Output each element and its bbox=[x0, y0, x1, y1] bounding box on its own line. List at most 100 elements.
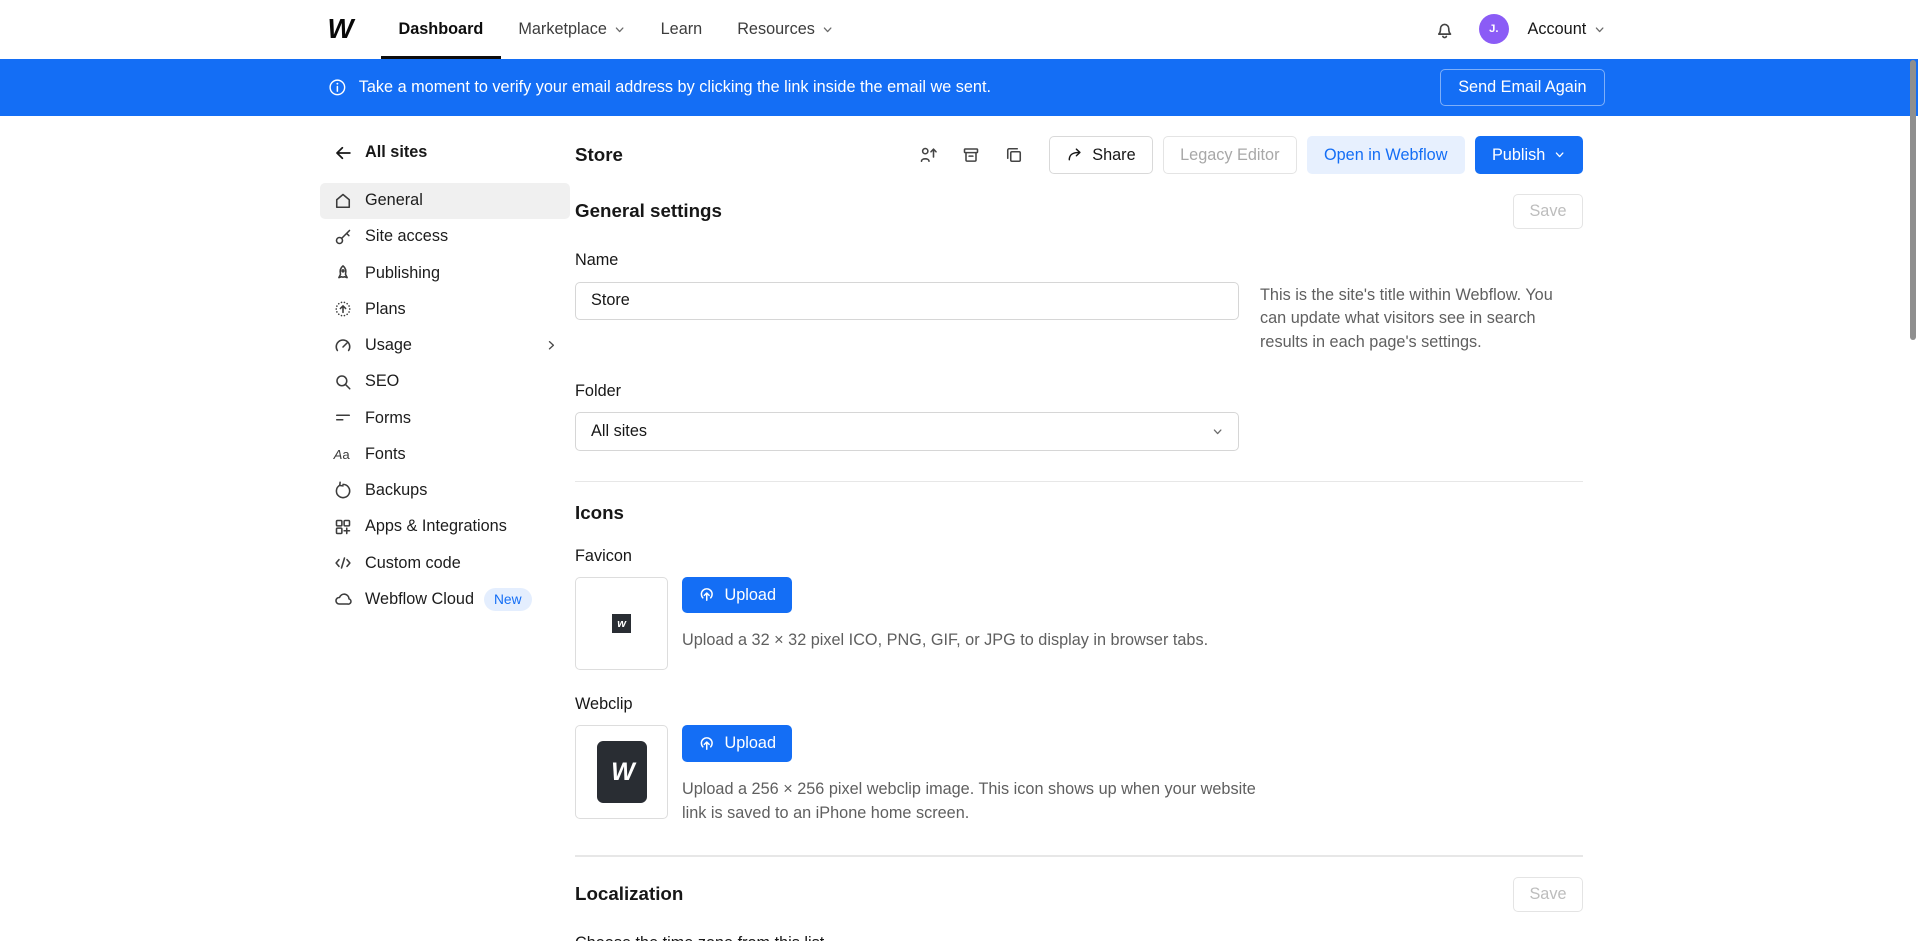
folder-label: Folder bbox=[575, 382, 1239, 401]
webclip-label: Webclip bbox=[575, 695, 1583, 714]
sidebar-item-plans[interactable]: Plans bbox=[320, 291, 570, 327]
sidebar-item-label: Publishing bbox=[365, 264, 440, 283]
restore-icon bbox=[333, 481, 353, 501]
webclip-preview: W bbox=[575, 725, 668, 818]
sidebar-item-label: Site access bbox=[365, 227, 448, 246]
general-save-button[interactable]: Save bbox=[1513, 194, 1582, 229]
section-divider bbox=[575, 855, 1583, 856]
search-icon bbox=[333, 372, 353, 392]
notifications-bell-icon[interactable] bbox=[1430, 14, 1460, 44]
email-verification-banner: Take a moment to verify your email addre… bbox=[0, 59, 1918, 117]
nav-tab-resources[interactable]: Resources bbox=[720, 0, 851, 59]
sidebar-item-seo[interactable]: SEO bbox=[320, 364, 570, 400]
back-to-all-sites[interactable]: All sites bbox=[320, 134, 570, 183]
transfer-site-icon[interactable] bbox=[914, 140, 944, 170]
favicon-label: Favicon bbox=[575, 547, 1583, 566]
avatar[interactable]: J. bbox=[1479, 14, 1509, 44]
sidebar-item-backups[interactable]: Backups bbox=[320, 473, 570, 509]
upload-icon bbox=[698, 586, 716, 604]
site-header: Store bbox=[575, 134, 1583, 174]
nav-links: Dashboard Marketplace Learn Resources bbox=[381, 0, 851, 59]
page-title: Store bbox=[575, 144, 623, 166]
banner-message: Take a moment to verify your email addre… bbox=[359, 78, 991, 97]
home-icon bbox=[333, 191, 353, 211]
sidebar-item-label: Webflow Cloud bbox=[365, 590, 474, 609]
localization-heading: Localization bbox=[575, 883, 683, 905]
nav-right: J. Account bbox=[1430, 0, 1605, 59]
section-divider bbox=[575, 481, 1583, 482]
localization-save-button[interactable]: Save bbox=[1513, 877, 1582, 912]
webflow-logo-icon[interactable]: W bbox=[328, 13, 351, 45]
icons-section-head: Icons bbox=[575, 502, 1583, 524]
publish-button[interactable]: Publish bbox=[1475, 136, 1583, 174]
sidebar-item-publishing[interactable]: Publishing bbox=[320, 255, 570, 291]
sidebar-item-label: General bbox=[365, 191, 423, 210]
svg-text:Aa: Aa bbox=[333, 447, 350, 462]
site-name-input[interactable] bbox=[575, 282, 1239, 321]
form-lines-icon bbox=[333, 408, 353, 428]
back-label: All sites bbox=[365, 143, 427, 162]
sidebar-item-apps-integrations[interactable]: Apps & Integrations bbox=[320, 509, 570, 545]
webclip-upload-button[interactable]: Upload bbox=[682, 725, 792, 761]
favicon-block: Favicon w Upload Upload a 32 × 32 pixel … bbox=[575, 547, 1583, 671]
chevron-down-icon bbox=[822, 24, 833, 35]
gauge-icon bbox=[333, 336, 353, 356]
webclip-image: W bbox=[597, 741, 647, 804]
account-menu[interactable]: Account bbox=[1528, 20, 1605, 39]
name-help-text: This is the site's title within Webflow.… bbox=[1260, 251, 1583, 354]
nav-tab-label: Marketplace bbox=[518, 20, 607, 39]
share-button[interactable]: Share bbox=[1049, 136, 1153, 174]
info-icon bbox=[328, 78, 347, 97]
banner-message-wrap: Take a moment to verify your email addre… bbox=[328, 78, 991, 97]
rocket-icon bbox=[333, 263, 353, 283]
favicon-upload-button[interactable]: Upload bbox=[682, 577, 792, 613]
duplicate-site-icon[interactable] bbox=[999, 140, 1029, 170]
name-label: Name bbox=[575, 251, 1239, 270]
sidebar-item-general[interactable]: General bbox=[320, 183, 570, 219]
sidebar-item-forms[interactable]: Forms bbox=[320, 400, 570, 436]
folder-field-row: Folder All sites bbox=[575, 382, 1583, 451]
folder-select[interactable]: All sites bbox=[575, 412, 1239, 451]
legacy-editor-button[interactable]: Legacy Editor bbox=[1163, 136, 1297, 174]
webclip-block: Webclip W Upload Upload a 256 × 256 pixe… bbox=[575, 695, 1583, 825]
archive-site-icon[interactable] bbox=[956, 140, 986, 170]
nav-tab-marketplace[interactable]: Marketplace bbox=[501, 0, 643, 59]
arrow-left-icon bbox=[333, 143, 353, 163]
open-in-webflow-button[interactable]: Open in Webflow bbox=[1307, 136, 1465, 174]
key-icon bbox=[333, 227, 353, 247]
sidebar-item-label: Usage bbox=[365, 336, 412, 355]
nav-tab-label: Learn bbox=[661, 20, 703, 39]
apps-grid-icon bbox=[333, 517, 353, 537]
sidebar-item-label: Apps & Integrations bbox=[365, 517, 507, 536]
sidebar-item-label: SEO bbox=[365, 372, 399, 391]
sidebar-item-label: Plans bbox=[365, 300, 406, 319]
favicon-preview: w bbox=[575, 577, 668, 670]
fonts-icon: Aa bbox=[333, 444, 353, 464]
nav-tab-label: Dashboard bbox=[398, 20, 483, 39]
sidebar-item-site-access[interactable]: Site access bbox=[320, 219, 570, 255]
send-email-again-button[interactable]: Send Email Again bbox=[1440, 69, 1605, 107]
cloud-icon bbox=[333, 589, 353, 609]
icons-heading: Icons bbox=[575, 502, 624, 524]
favicon-help-text: Upload a 32 × 32 pixel ICO, PNG, GIF, or… bbox=[682, 628, 1208, 652]
vertical-scrollbar[interactable] bbox=[1910, 60, 1916, 340]
sidebar-item-label: Forms bbox=[365, 409, 411, 428]
sidebar-item-webflow-cloud[interactable]: Webflow Cloud New bbox=[320, 581, 570, 617]
new-badge: New bbox=[484, 588, 532, 612]
top-nav: W Dashboard Marketplace Learn Resources bbox=[0, 0, 1918, 59]
timezone-field-row: Choose the time zone from this list [GMT… bbox=[575, 934, 1583, 941]
favicon-image: w bbox=[612, 614, 631, 633]
localization-head: Localization Save bbox=[575, 877, 1583, 912]
sidebar-item-custom-code[interactable]: Custom code bbox=[320, 545, 570, 581]
header-icon-group bbox=[914, 140, 1029, 170]
timezone-label: Choose the time zone from this list bbox=[575, 934, 1239, 941]
webflow-dashboard-app: W Dashboard Marketplace Learn Resources bbox=[0, 0, 1918, 941]
nav-tab-dashboard[interactable]: Dashboard bbox=[381, 0, 501, 59]
timezone-help-text: Time zone defaults to UTC, so setting it… bbox=[1260, 934, 1583, 941]
nav-tab-learn[interactable]: Learn bbox=[643, 0, 720, 59]
share-arrow-icon bbox=[1066, 146, 1084, 164]
arrow-up-circle-icon bbox=[333, 299, 353, 319]
settings-layout: All sites General Site access Publishing bbox=[0, 116, 1918, 941]
sidebar-item-fonts[interactable]: Aa Fonts bbox=[320, 436, 570, 472]
sidebar-item-usage[interactable]: Usage bbox=[320, 328, 570, 364]
